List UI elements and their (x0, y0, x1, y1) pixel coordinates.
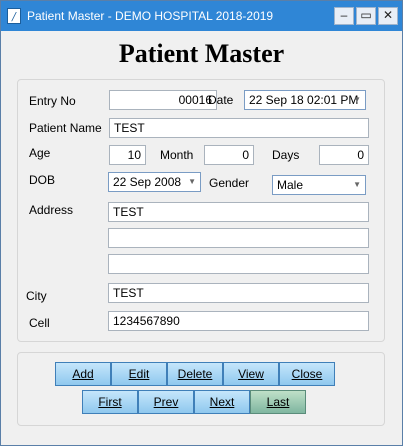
next-button[interactable]: Next (194, 390, 250, 414)
gender-value: Male (277, 178, 304, 192)
address-line3-field[interactable] (108, 254, 369, 274)
edit-button[interactable]: Edit (111, 362, 167, 386)
cell-label: Cell (29, 316, 50, 330)
dob-picker[interactable]: 22 Sep 2008 ▼ (108, 172, 201, 192)
first-button[interactable]: First (82, 390, 138, 414)
view-button[interactable]: View (223, 362, 279, 386)
add-button[interactable]: Add (55, 362, 111, 386)
days-field[interactable]: 0 (319, 145, 369, 165)
minimize-button[interactable]: – (334, 7, 354, 25)
app-icon: / (7, 8, 21, 24)
close-button[interactable]: Close (279, 362, 335, 386)
month-label: Month (160, 148, 194, 162)
date-value: 22 Sep 18 02:01 PM (249, 93, 359, 107)
days-label: Days (272, 148, 300, 162)
patient-form-panel: Entry No 00016 Date 22 Sep 18 02:01 PM ▼… (17, 79, 385, 342)
date-label: Date (208, 93, 234, 107)
patient-name-label: Patient Name (29, 121, 102, 135)
gender-label: Gender (209, 176, 250, 190)
maximize-button[interactable]: ▭ (356, 7, 376, 25)
close-window-button[interactable]: ✕ (378, 7, 398, 25)
chevron-down-icon[interactable]: ▼ (353, 178, 361, 192)
entry-no-label: Entry No (29, 94, 76, 108)
window-title: Patient Master - DEMO HOSPITAL 2018-2019 (27, 9, 274, 23)
chevron-down-icon[interactable]: ▼ (188, 175, 196, 189)
dob-value: 22 Sep 2008 (113, 175, 182, 189)
city-field[interactable]: TEST (108, 283, 369, 303)
patient-name-field[interactable]: TEST (109, 118, 369, 138)
title-bar[interactable]: / Patient Master - DEMO HOSPITAL 2018-20… (1, 1, 402, 31)
city-label: City (26, 289, 47, 303)
last-button[interactable]: Last (250, 390, 306, 414)
cell-field[interactable]: 1234567890 (108, 311, 369, 331)
age-field[interactable]: 10 (109, 145, 146, 165)
chevron-down-icon[interactable]: ▼ (353, 93, 361, 107)
month-field[interactable]: 0 (204, 145, 254, 165)
address-line2-field[interactable] (108, 228, 369, 248)
gender-select[interactable]: Male ▼ (272, 175, 366, 195)
delete-button[interactable]: Delete (167, 362, 223, 386)
page-title: Patient Master (118, 39, 285, 68)
date-picker[interactable]: 22 Sep 18 02:01 PM ▼ (244, 90, 366, 110)
patient-master-window: / Patient Master - DEMO HOSPITAL 2018-20… (0, 0, 403, 446)
age-label: Age (29, 146, 51, 160)
prev-button[interactable]: Prev (138, 390, 194, 414)
dob-label: DOB (29, 173, 56, 187)
actions-panel: Add Edit Delete View Close First Prev Ne… (17, 352, 385, 426)
address-label: Address (29, 203, 74, 217)
entry-no-field[interactable]: 00016 (109, 90, 217, 110)
address-line1-field[interactable]: TEST (108, 202, 369, 222)
